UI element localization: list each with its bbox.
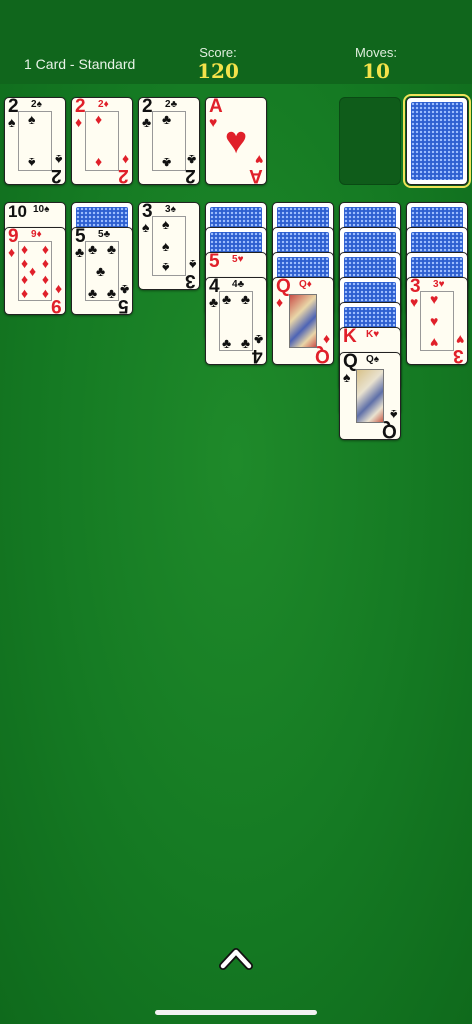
- queen-portrait-icon: [356, 369, 384, 423]
- heart-icon: ♥: [410, 294, 419, 310]
- card-corner-mini: 2♦: [98, 99, 109, 110]
- foundation-clubs[interactable]: 2 ♣ 2♣ ♣ ♣ ♣ 2: [138, 97, 200, 185]
- card-pips: ♦ ♦: [95, 111, 103, 171]
- card-rank-bottom: A: [249, 165, 263, 185]
- card-corner-mini: 5♣: [98, 229, 111, 240]
- game-mode-label: 1 Card - Standard: [24, 56, 136, 72]
- home-indicator[interactable]: [155, 1010, 317, 1015]
- card-rank-bottom: Q: [382, 420, 397, 440]
- spade-icon: ♠: [8, 114, 16, 130]
- card-corner-mini: Q♠: [366, 354, 380, 365]
- card-corner-mini: 10♠: [33, 204, 50, 215]
- card-corner-mini: Q♦: [299, 279, 312, 290]
- foundation-diamonds[interactable]: 2 ♦ 2♦ ♦ ♦ ♦ 2: [71, 97, 133, 185]
- card-corner-mini: 2♠: [31, 99, 42, 110]
- card-rank-bottom: 3: [453, 345, 464, 365]
- card-corner-mini: 4♣: [232, 279, 245, 290]
- score-label: Score:: [199, 45, 237, 60]
- diamond-icon: ♦: [276, 294, 284, 310]
- spade-icon: ♠: [142, 219, 150, 235]
- tableau-2-card-1[interactable]: 5 ♣ 5♣ ♣ ♣ ♣ ♣ ♣ ♣ 5: [71, 227, 133, 315]
- card-pips: ♥ ♥ ♥: [430, 291, 439, 351]
- club-icon: ♣: [75, 244, 85, 260]
- card-pips: ♠ ♠ ♠: [162, 216, 170, 276]
- foundation-hearts[interactable]: A ♥ ♥ ♥ A: [205, 97, 267, 185]
- card-rank-bottom: 3: [185, 270, 196, 290]
- card-pips: ♣ ♣: [162, 111, 172, 171]
- card-rank-bottom: 5: [118, 295, 129, 315]
- stock-pile[interactable]: [403, 94, 471, 188]
- card-rank-bottom: 2: [185, 165, 196, 185]
- moves-label: Moves:: [355, 45, 397, 60]
- top-bar: 1 Card - Standard Score: 120 Moves: 10: [0, 0, 472, 84]
- card-rank-bottom: Q: [315, 345, 330, 365]
- card-rank: 5: [209, 252, 220, 272]
- card-pips: ♣ ♣ ♣ ♣: [222, 291, 250, 351]
- spade-icon: ♠: [343, 369, 351, 385]
- card-rank-bottom: 9: [51, 295, 62, 315]
- card-corner-mini: K♥: [366, 329, 380, 340]
- card-rank: 10: [8, 202, 27, 221]
- tableau-5-card-1[interactable]: Q ♦ Q♦ ♦ Q: [272, 277, 334, 365]
- card-back-pattern: [411, 102, 463, 180]
- card-rank-bottom: 2: [51, 165, 62, 185]
- club-icon: ♣: [142, 114, 152, 130]
- tableau-7-card-1[interactable]: 3 ♥ 3♥ ♥ ♥ ♥ ♥ 3: [406, 277, 468, 365]
- card-rank-bottom: 2: [118, 165, 129, 185]
- card-corner-mini: 9♦: [31, 229, 42, 240]
- waste-pile-empty[interactable]: [339, 97, 401, 185]
- diamond-icon: ♦: [8, 244, 16, 260]
- card-rank-bottom: 4: [252, 345, 263, 365]
- card-corner-mini: 3♠: [165, 204, 176, 215]
- card-rank: K: [343, 327, 357, 347]
- tableau-4-card-2[interactable]: 4 ♣ 4♣ ♣ ♣ ♣ ♣ ♣ 4: [205, 277, 267, 365]
- card-pips: ♠ ♠: [28, 111, 36, 171]
- moves-value: 10: [362, 59, 390, 83]
- moves-display: Moves: 10: [344, 45, 408, 83]
- club-icon: ♣: [209, 294, 219, 310]
- card-corner-mini: 5♥: [232, 254, 244, 265]
- score-display: Score: 120: [190, 45, 246, 83]
- card-corner-mini: 2♣: [165, 99, 178, 110]
- score-value: 120: [197, 59, 239, 83]
- card-pips: ♦ ♦ ♦ ♦ ♦ ♦ ♦ ♦ ♦: [21, 241, 49, 301]
- queen-portrait-icon: [289, 294, 317, 348]
- tableau-1-card-2[interactable]: 9 ♦ 9♦ ♦ ♦ ♦ ♦ ♦ ♦ ♦ ♦ ♦ ♦ 9: [4, 227, 66, 315]
- tableau-3-card-1[interactable]: 3 ♠ 3♠ ♠ ♠ ♠ ♠ 3: [138, 202, 200, 290]
- card-corner-mini: 3♥: [433, 279, 445, 290]
- chevron-up-icon[interactable]: [218, 938, 254, 974]
- card-pips: ♣ ♣ ♣ ♣ ♣: [88, 241, 116, 301]
- foundation-spades[interactable]: 2 ♠ 2♠ ♠ ♠ ♠ 2: [4, 97, 66, 185]
- tableau-6-card-2[interactable]: Q ♠ Q♠ ♠ Q: [339, 352, 401, 440]
- diamond-icon: ♦: [75, 114, 83, 130]
